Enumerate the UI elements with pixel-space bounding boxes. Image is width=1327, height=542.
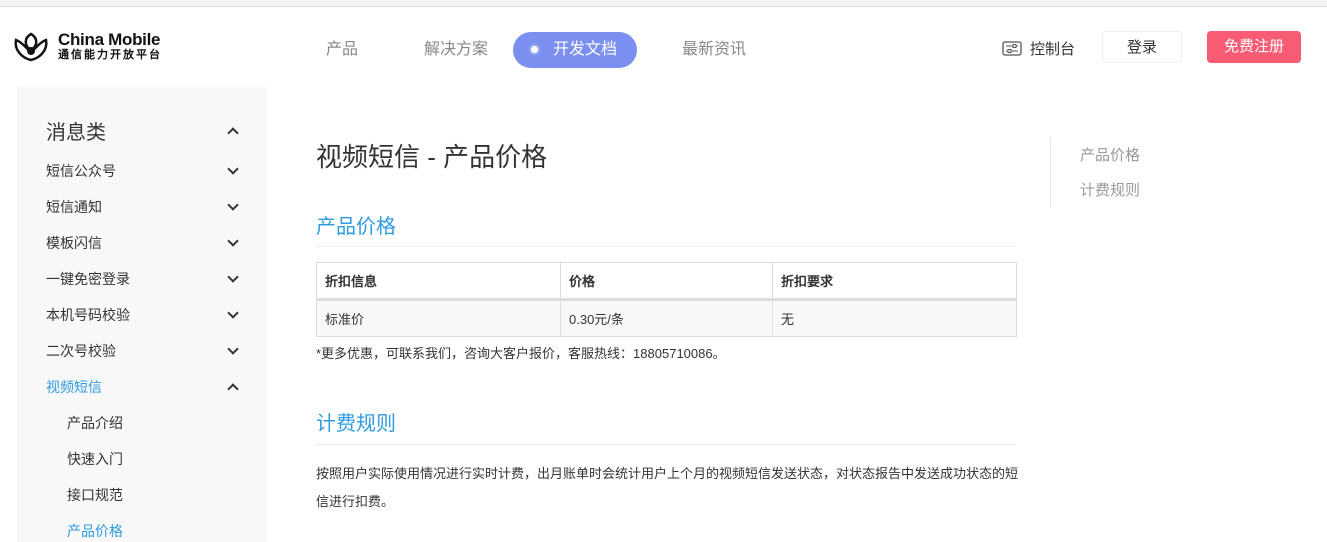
sidebar-item-sms-official[interactable]: 短信公众号 [46, 161, 241, 181]
logo-text-cn: 通信能力开放平台 [58, 48, 162, 61]
sidebar-category-messaging[interactable]: 消息类 [46, 116, 241, 145]
active-dot-icon [531, 46, 538, 53]
chevron-down-icon [227, 235, 239, 247]
sidebar-item-label: 短信公众号 [46, 163, 116, 179]
console-sliders-icon [1002, 41, 1022, 56]
toc-item-pricing[interactable]: 产品价格 [1080, 137, 1140, 172]
logo-text-en: China Mobile [58, 29, 161, 49]
logo[interactable]: China Mobile 通信能力开放平台 [12, 30, 162, 62]
section-heading-billing: 计费规则 [316, 413, 396, 435]
toc-item-billing[interactable]: 计费规则 [1080, 172, 1140, 207]
sidebar-item-flash-sms[interactable]: 模板闪信 [46, 233, 241, 253]
sidebar-item-label: 短信通知 [46, 199, 102, 215]
nav-news[interactable]: 最新资讯 [682, 32, 746, 68]
sidebar-item-sms-notify[interactable]: 短信通知 [46, 197, 241, 217]
divider [316, 444, 1016, 445]
pricing-table: 折扣信息 价格 折扣要求 标准价 0.30元/条 无 [316, 262, 1017, 337]
china-mobile-logo-icon [14, 32, 48, 62]
nav-products[interactable]: 产品 [326, 32, 358, 68]
sidebar-item-label: 本机号码校验 [46, 307, 130, 323]
column-header: 折扣要求 [772, 262, 1017, 301]
section-heading-pricing: 产品价格 [316, 216, 396, 238]
sidebar-item-label: 模板闪信 [46, 235, 102, 251]
browser-toolbar-strip [0, 0, 1327, 7]
divider [316, 246, 1016, 247]
chevron-down-icon [227, 307, 239, 319]
sidebar-item-label: 二次号校验 [46, 343, 116, 359]
sidebar-sub-quickstart[interactable]: 快速入门 [67, 449, 123, 469]
sidebar-sub-api-spec[interactable]: 接口规范 [67, 485, 123, 505]
sidebar-item-number-verify[interactable]: 本机号码校验 [46, 305, 241, 325]
chevron-down-icon [227, 163, 239, 175]
chevron-down-icon [227, 271, 239, 283]
sidebar-category-label: 消息类 [46, 122, 106, 144]
chevron-up-icon [227, 383, 239, 395]
sidebar-item-label: 一键免密登录 [46, 271, 130, 287]
chevron-down-icon [227, 343, 239, 355]
table-row: 标准价 0.30元/条 无 [316, 299, 1017, 337]
sidebar-item-secondary-verify[interactable]: 二次号校验 [46, 341, 241, 361]
chevron-up-icon [227, 126, 239, 139]
sidebar: 消息类 短信公众号 短信通知 模板闪信 一键免密登录 本机号码校验 二次号校验 … [17, 87, 267, 542]
nav-solutions[interactable]: 解决方案 [424, 32, 488, 68]
chevron-down-icon [227, 199, 239, 211]
table-header-row: 折扣信息 价格 折扣要求 [316, 262, 1017, 301]
console-label: 控制台 [1030, 41, 1076, 58]
sidebar-sub-intro[interactable]: 产品介绍 [67, 413, 123, 433]
sidebar-sub-pricing[interactable]: 产品价格 [67, 521, 123, 541]
login-button[interactable]: 登录 [1102, 31, 1182, 63]
column-header: 价格 [560, 262, 773, 301]
page-title: 视频短信 - 产品价格 [316, 142, 548, 172]
pricing-note: *更多优惠，可联系我们，咨询大客户报价，客服热线：18805710086。 [316, 346, 726, 361]
sidebar-item-one-click-login[interactable]: 一键免密登录 [46, 269, 241, 289]
console-link[interactable]: 控制台 [1002, 38, 1075, 59]
table-cell: 0.30元/条 [560, 299, 773, 337]
billing-paragraph: 按照用户实际使用情况进行实时计费，出月账单时会统计用户上个月的视频短信发送状态，… [316, 466, 1019, 509]
register-button[interactable]: 免费注册 [1207, 31, 1301, 63]
nav-dev-docs-label: 开发文档 [553, 41, 618, 58]
nav-dev-docs[interactable]: 开发文档 [513, 32, 638, 68]
sidebar-item-label: 视频短信 [46, 379, 102, 395]
table-cell: 标准价 [316, 299, 561, 337]
column-header: 折扣信息 [316, 262, 561, 301]
table-of-contents: 产品价格 计费规则 [1050, 137, 1140, 208]
table-cell: 无 [772, 299, 1017, 337]
sidebar-item-video-sms[interactable]: 视频短信 [46, 377, 241, 397]
